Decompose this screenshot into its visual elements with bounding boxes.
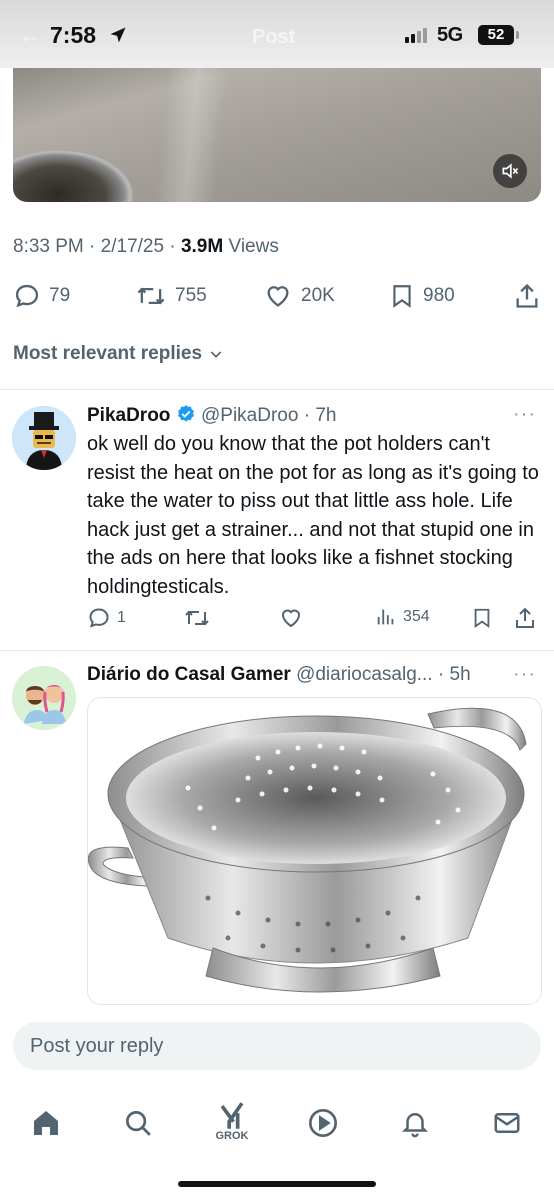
back-arrow-icon[interactable]: ← [18, 22, 42, 50]
tab-notifications[interactable] [390, 1098, 440, 1148]
tab-messages[interactable] [482, 1098, 532, 1148]
sort-label: Most relevant replies [13, 343, 203, 364]
home-icon [34, 1111, 58, 1135]
video-icon [309, 1109, 337, 1137]
search-icon [126, 1111, 151, 1136]
tab-home[interactable] [21, 1098, 71, 1148]
views-label: Views [228, 236, 279, 257]
reply-header: Diário do Casal Gamer @diariocasalg... ·… [87, 664, 471, 685]
compose-bar [0, 1010, 554, 1084]
like-button[interactable]: 20K [263, 282, 335, 310]
tab-grok[interactable]: GROK [207, 1098, 257, 1148]
avatar[interactable] [12, 406, 76, 470]
home-indicator [178, 1181, 376, 1187]
bookmark-icon [474, 608, 490, 629]
status-bar: ← Post 7:58 5G 52 [0, 0, 554, 68]
reply-icon [15, 284, 39, 308]
reply-text: ok well do you know that the pot holders… [87, 433, 539, 598]
colander-image [88, 707, 527, 993]
reply-image-colander[interactable] [87, 697, 542, 1005]
messages-icon [494, 1113, 520, 1133]
avatar-pikadroo-image [12, 406, 76, 470]
mute-button[interactable] [493, 154, 527, 188]
battery-percent: 52 [487, 26, 505, 43]
reply-author-name[interactable]: PikaDroo [87, 405, 170, 426]
reply-input[interactable] [13, 1022, 541, 1070]
reply-views-count: 354 [403, 608, 430, 625]
network-label: 5G [437, 24, 463, 46]
views-count: 3.9M [180, 236, 224, 257]
repost-icon [137, 287, 165, 305]
share-icon [516, 607, 534, 628]
repost-button[interactable]: 755 [135, 282, 207, 310]
reply-header: PikaDroo @PikaDroo · 7h [87, 405, 337, 426]
share-icon [516, 283, 538, 308]
reply-icon [89, 608, 109, 628]
header-title: Post [252, 26, 296, 48]
reply-views-button[interactable]: 354 [375, 606, 430, 628]
reply-author-handle[interactable]: @PikaDroo [201, 405, 298, 426]
sort-replies-button[interactable]: Most relevant replies [13, 343, 224, 365]
reply-author-name[interactable]: Diário do Casal Gamer [87, 664, 291, 685]
reply-time: 5h [449, 664, 471, 685]
reply-actions: 1 354 [87, 606, 542, 632]
post-date: 2/17/25 [100, 236, 165, 257]
reply-count: 79 [49, 285, 71, 306]
like-icon [267, 286, 289, 307]
repost-icon [185, 610, 209, 626]
verified-badge-icon [177, 405, 194, 422]
more-icon[interactable]: ··· [513, 663, 536, 686]
post-actions: 79 755 20K 980 [13, 282, 543, 312]
post-time: 8:33 PM [13, 236, 84, 257]
divider [0, 650, 554, 651]
battery-icon: 52 [478, 25, 514, 45]
grok-label: GROK [215, 1130, 249, 1142]
battery-cap [516, 31, 519, 39]
reply-button[interactable]: 79 [13, 282, 70, 310]
bookmark-count: 980 [423, 285, 455, 306]
reply-repost-button[interactable] [183, 606, 211, 630]
mute-icon [502, 163, 519, 179]
more-icon[interactable]: ··· [513, 403, 536, 426]
reply-time: 7h [315, 405, 337, 426]
reply-reply-count: 1 [117, 609, 126, 626]
location-arrow-icon [110, 27, 126, 43]
avatar-diario-image [12, 666, 76, 730]
divider [0, 389, 554, 390]
signal-icon [405, 28, 427, 43]
reply-reply-button[interactable]: 1 [87, 606, 126, 630]
tab-video[interactable] [298, 1098, 348, 1148]
notifications-icon [401, 1113, 429, 1138]
reply-like-button[interactable] [279, 606, 303, 630]
chevron-down-icon [210, 351, 222, 358]
share-button[interactable] [513, 282, 541, 310]
status-time: 7:58 [50, 22, 97, 48]
like-icon [281, 609, 301, 628]
reply-author-handle[interactable]: @diariocasalg... [296, 664, 433, 685]
post-meta: 8:33 PM · 2/17/25 · 3.9M Views [13, 236, 279, 257]
avatar[interactable] [12, 666, 76, 730]
repost-count: 755 [175, 285, 207, 306]
like-count: 20K [301, 285, 335, 306]
reply-share-button[interactable] [513, 606, 537, 630]
tab-search[interactable] [113, 1098, 163, 1148]
bookmark-icon [393, 285, 411, 308]
video-drain [13, 150, 133, 202]
reply-bookmark-button[interactable] [471, 606, 493, 630]
views-icon [377, 609, 394, 625]
bookmark-button[interactable]: 980 [389, 282, 455, 310]
grok-icon [220, 1102, 244, 1129]
